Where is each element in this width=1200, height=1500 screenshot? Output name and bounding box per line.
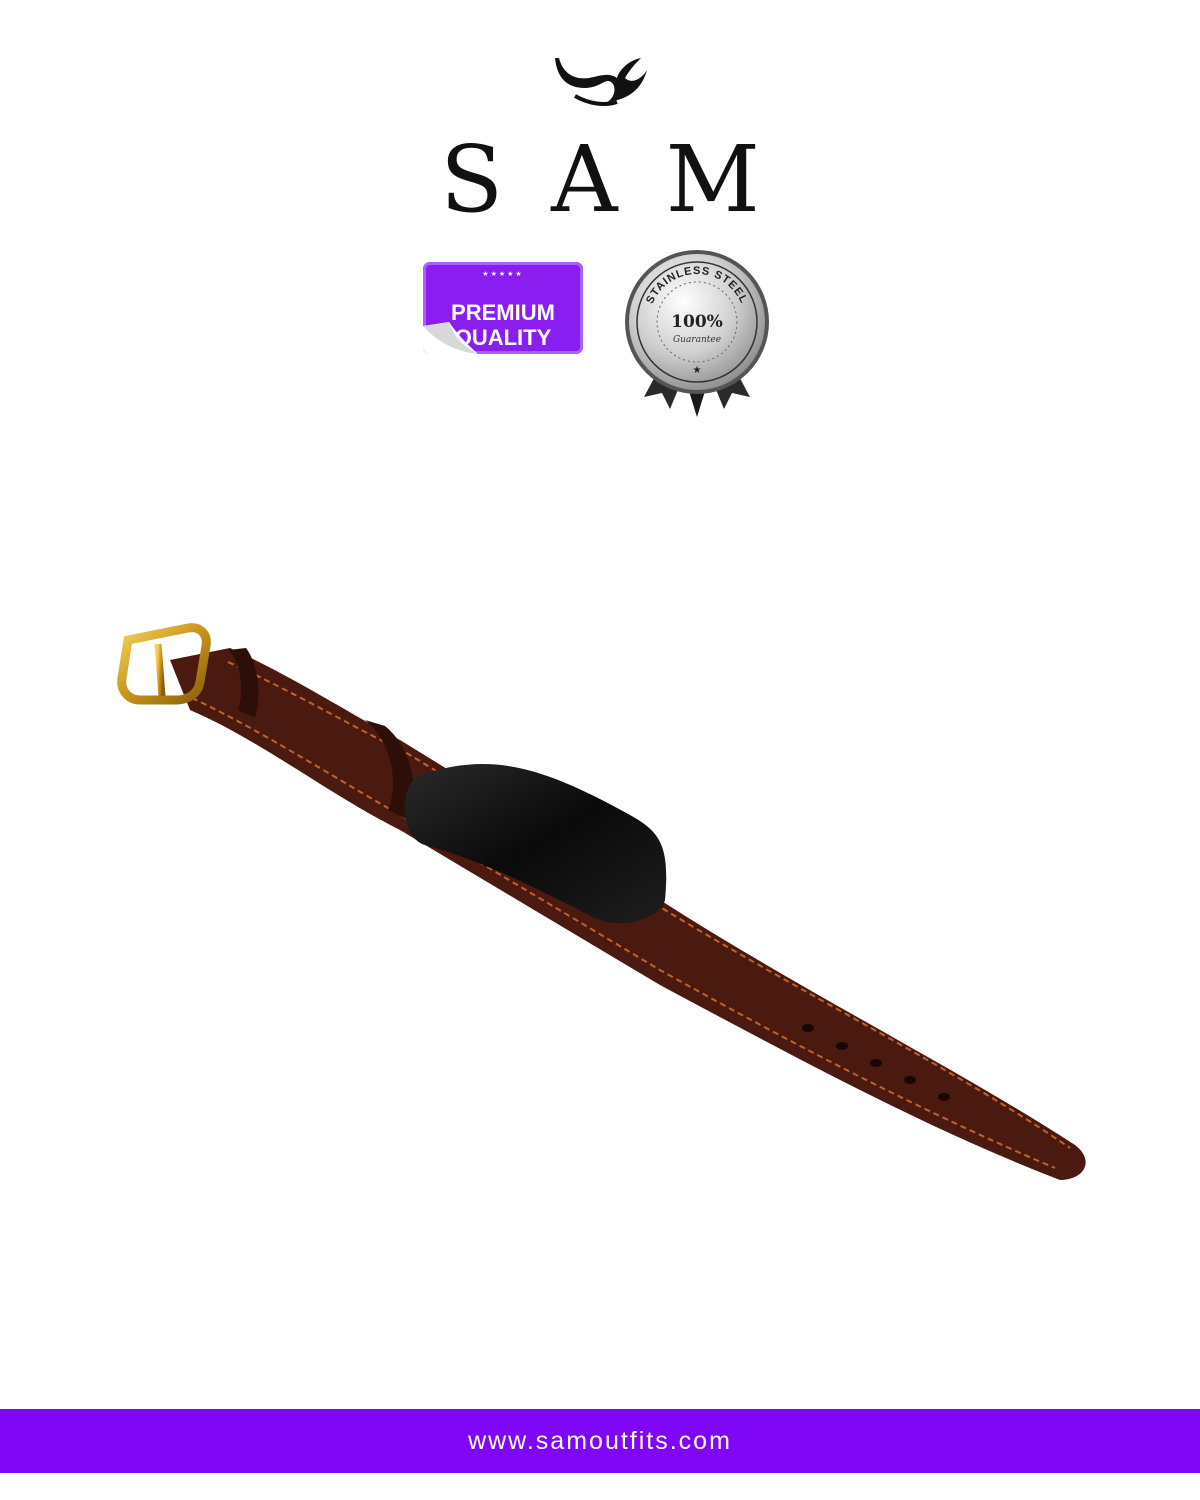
logo-calligraphy-icon (555, 58, 647, 106)
stainless-steel-seal-icon: STAINLESS STEEL 100% Guarantee ★ (625, 250, 769, 417)
seal-star-icon: ★ (693, 365, 702, 376)
page-curl-icon (423, 322, 478, 354)
badges-row: ★★★★★ PREMIUM QUALITY STAINLESS STEEL 10… (0, 245, 1200, 435)
badge-stars: ★★★★★ (482, 271, 524, 278)
website-footer[interactable]: www.samoutfits.com (0, 1409, 1200, 1473)
brand-logo: SAM (0, 40, 1200, 230)
leather-bracelet-image (117, 623, 1086, 1180)
premium-quality-badge: ★★★★★ PREMIUM QUALITY (423, 262, 583, 354)
seal-guarantee: Guarantee (673, 335, 721, 345)
seal-percent: 100% (671, 312, 723, 332)
brand-name: SAM (440, 126, 808, 233)
